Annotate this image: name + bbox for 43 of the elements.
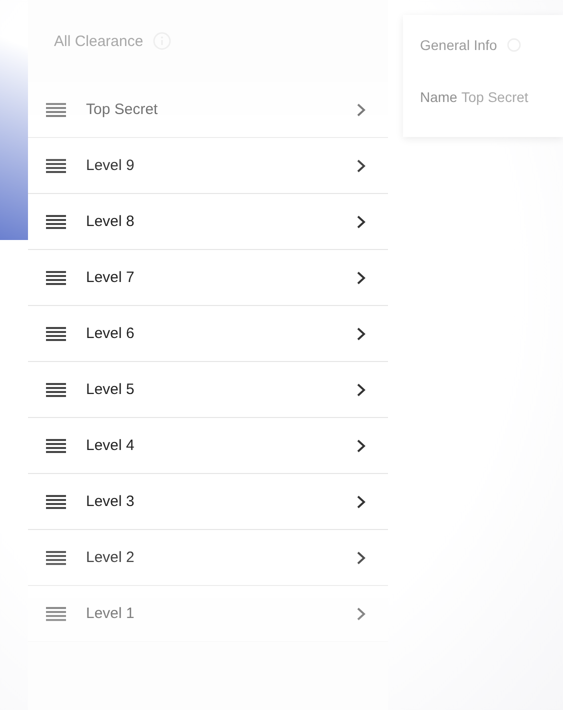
- drag-handle-icon[interactable]: [46, 550, 66, 564]
- row-label: Top Secret: [86, 101, 159, 118]
- chevron-right-icon: [356, 550, 366, 564]
- row-label: Level 1: [86, 605, 136, 622]
- chevron-right-icon: [356, 606, 366, 620]
- field-label: Name: [420, 89, 458, 105]
- clearance-row[interactable]: Level 7: [28, 250, 388, 306]
- chevron-right-icon: [356, 214, 366, 228]
- row-label: Level 5: [86, 381, 136, 398]
- clearance-row[interactable]: Level 6: [28, 306, 388, 362]
- card-title: General Info: [420, 37, 498, 53]
- chevron-right-icon: [356, 382, 366, 396]
- drag-handle-icon[interactable]: [46, 214, 66, 228]
- drag-handle-icon[interactable]: [46, 438, 66, 452]
- drag-handle-icon[interactable]: [46, 102, 66, 116]
- clearance-row[interactable]: Level 4: [28, 418, 388, 474]
- clearance-row[interactable]: Level 3: [28, 474, 388, 530]
- drag-handle-icon[interactable]: [46, 606, 66, 620]
- row-label: Level 4: [86, 437, 136, 454]
- drag-handle-icon[interactable]: [46, 494, 66, 508]
- chevron-right-icon: [356, 494, 366, 508]
- drag-handle-icon[interactable]: [46, 382, 66, 396]
- row-label: Level 2: [86, 549, 136, 566]
- row-label: Level 6: [86, 325, 136, 342]
- clearance-row[interactable]: Level 9: [28, 138, 388, 194]
- chevron-right-icon: [356, 326, 366, 340]
- row-label: Level 3: [86, 493, 136, 510]
- chevron-right-icon: [356, 158, 366, 172]
- clearance-row[interactable]: Level 2: [28, 530, 388, 586]
- drag-handle-icon[interactable]: [46, 158, 66, 172]
- clearance-row[interactable]: Top Secret: [28, 82, 388, 138]
- field-value: Top Secret: [461, 89, 528, 105]
- clearance-row[interactable]: Level 5: [28, 362, 388, 418]
- chevron-right-icon: [356, 270, 366, 284]
- chevron-right-icon: [356, 102, 366, 116]
- row-label: Level 9: [86, 157, 136, 174]
- chevron-right-icon: [356, 438, 366, 452]
- row-label: Level 8: [86, 213, 136, 230]
- drag-handle-icon[interactable]: [46, 326, 66, 340]
- clearance-row[interactable]: Level 8: [28, 194, 388, 250]
- list-title: All Clearance: [54, 32, 144, 50]
- row-label: Level 7: [86, 269, 136, 286]
- drag-handle-icon[interactable]: [46, 270, 66, 284]
